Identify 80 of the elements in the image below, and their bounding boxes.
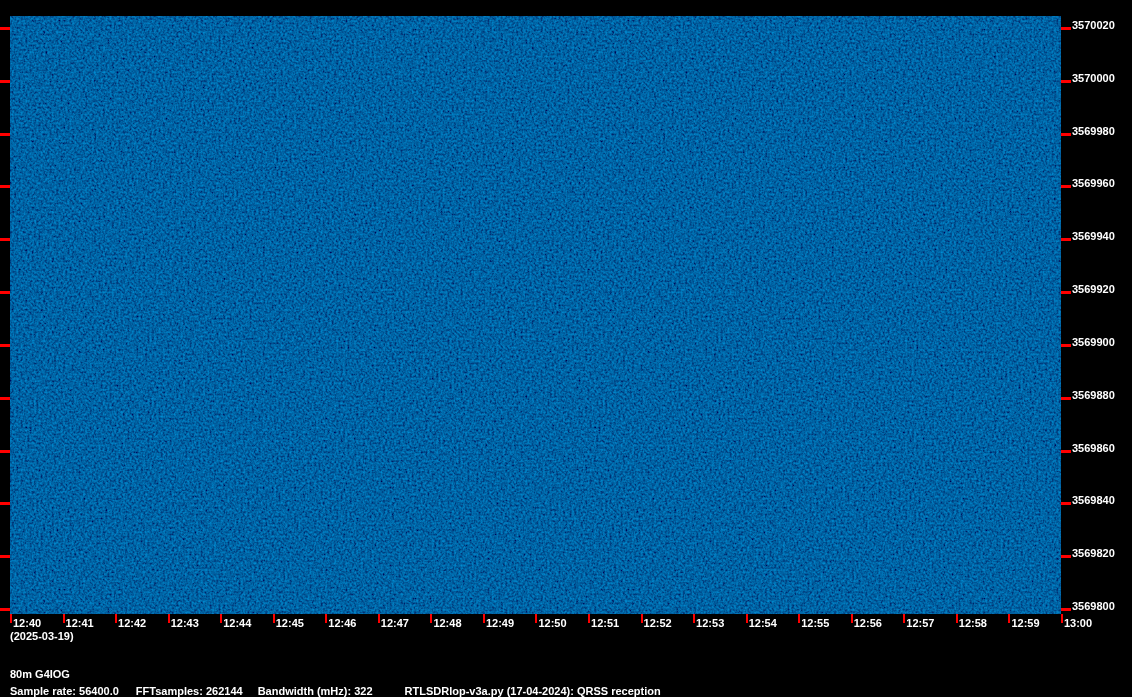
tick-mark xyxy=(1061,185,1071,189)
frequency-label: 3569820 xyxy=(1072,547,1115,560)
tick-mark xyxy=(325,614,328,623)
time-label: 12:44 xyxy=(223,617,252,629)
time-label: 12:52 xyxy=(643,617,672,629)
date-label: (2025-03-19) xyxy=(10,630,75,642)
time-label: 13:00 xyxy=(1063,617,1093,629)
tick-mark xyxy=(272,614,275,623)
frequency-label: 3569880 xyxy=(1072,388,1115,401)
tick-mark xyxy=(0,291,10,295)
tick-mark xyxy=(903,614,906,623)
time-label: 12:48 xyxy=(433,617,462,629)
time-label: 12:51 xyxy=(591,617,620,629)
info-text: Sample rate: 56400.0 xyxy=(10,685,119,697)
tick-mark xyxy=(0,79,10,83)
time-label: 12:59 xyxy=(1011,617,1040,629)
tick-mark xyxy=(1061,27,1071,30)
time-label: 12:46 xyxy=(328,617,357,629)
frequency-label: 3570000 xyxy=(1072,71,1115,84)
tick-mark xyxy=(1061,343,1071,347)
tick-mark xyxy=(745,614,748,623)
tick-mark xyxy=(482,614,485,623)
tick-mark xyxy=(167,614,170,623)
time-label: 12:53 xyxy=(696,617,725,629)
tick-mark xyxy=(1061,555,1071,559)
tick-mark xyxy=(115,614,118,623)
time-label: 12:41 xyxy=(65,617,94,629)
frequency-label: 3569980 xyxy=(1072,124,1115,137)
time-label: 12:56 xyxy=(853,617,882,629)
time-label: 12:42 xyxy=(118,617,147,629)
time-label: 12:57 xyxy=(906,617,935,629)
tick-mark xyxy=(0,449,10,453)
station-title: 80m G4IOG xyxy=(10,668,71,680)
time-label: 12:50 xyxy=(538,617,567,629)
tick-mark xyxy=(0,343,10,347)
tick-mark xyxy=(377,614,380,623)
tick-mark xyxy=(0,238,10,242)
time-label: 12:45 xyxy=(275,617,304,629)
tick-mark xyxy=(1008,614,1011,623)
frequency-label: 3569920 xyxy=(1072,283,1115,296)
tick-mark xyxy=(955,614,958,623)
time-label: 12:47 xyxy=(380,617,409,629)
tick-mark xyxy=(1061,449,1071,453)
tick-mark xyxy=(0,396,10,400)
tick-mark xyxy=(1061,238,1071,242)
time-label: 12:49 xyxy=(485,617,515,629)
tick-mark xyxy=(62,614,65,623)
frequency-label: 3569960 xyxy=(1072,177,1115,190)
tick-mark xyxy=(1061,502,1071,506)
tick-mark xyxy=(0,555,10,559)
frequency-label: 3569940 xyxy=(1072,230,1115,243)
tick-mark xyxy=(0,27,10,30)
tick-mark xyxy=(1061,79,1071,83)
tick-mark xyxy=(588,614,590,623)
tick-mark xyxy=(0,185,10,189)
tick-mark xyxy=(220,614,223,623)
time-label: 12:54 xyxy=(748,617,777,629)
info-text: RTLSDRlop-v3a.py (17-04-2024): QRSS reception xyxy=(404,685,661,697)
tick-mark xyxy=(798,614,801,623)
tick-mark xyxy=(1061,396,1071,400)
frequency-label: 3569860 xyxy=(1072,441,1115,454)
frequency-label: 3569900 xyxy=(1072,335,1115,348)
time-label: 12:43 xyxy=(170,617,199,629)
tick-mark xyxy=(640,614,643,623)
info-text: Bandwidth (mHz): 322 xyxy=(257,685,373,697)
tick-mark xyxy=(430,614,433,623)
tick-mark xyxy=(850,614,853,623)
tick-mark xyxy=(1061,291,1071,295)
tick-mark xyxy=(0,132,10,136)
tick-mark xyxy=(693,614,696,623)
tick-mark xyxy=(1061,132,1071,136)
frequency-label: 3570020 xyxy=(1072,19,1115,31)
tick-mark xyxy=(0,502,10,506)
info-text: FFTsamples: 262144 xyxy=(135,685,243,697)
frequency-label: 3569800 xyxy=(1072,600,1115,612)
frequency-label: 3569840 xyxy=(1072,494,1115,507)
tick-mark xyxy=(535,614,538,623)
time-label: 12:40 xyxy=(13,617,42,629)
time-label: 12:55 xyxy=(801,617,830,629)
time-label: 12:58 xyxy=(958,617,987,629)
